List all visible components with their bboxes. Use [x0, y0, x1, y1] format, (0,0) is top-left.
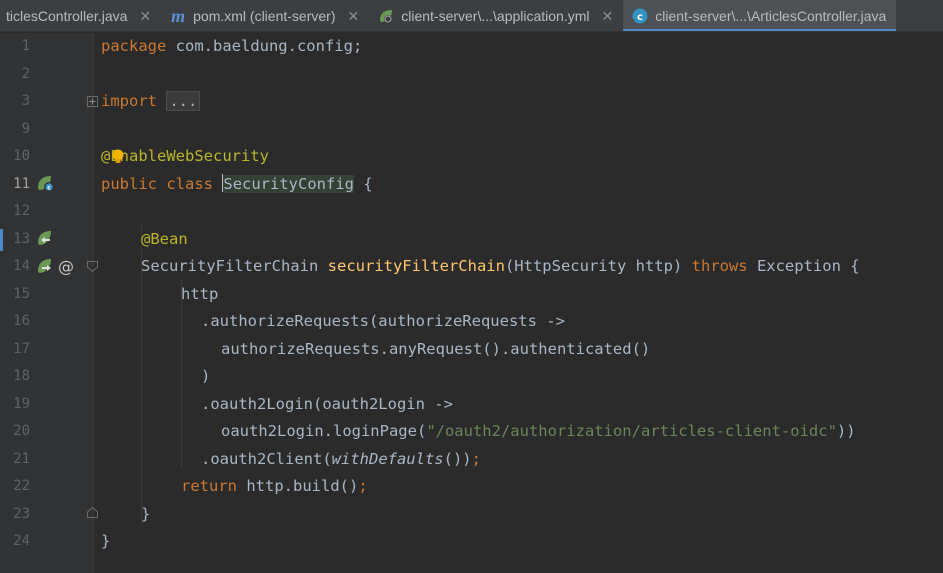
keyword: throws	[691, 257, 748, 275]
package-name: com.baeldung.config;	[166, 37, 363, 55]
editor-gutter[interactable]: 1 2 3 9 10 11 12 13 14 15 16 17 18 19 20…	[0, 33, 98, 573]
line-number: 10	[13, 148, 30, 164]
line-number: 1	[21, 38, 30, 54]
code-line-1: package com.baeldung.config;	[101, 33, 362, 61]
annotation: @Bean	[141, 229, 188, 248]
tab-label: pom.xml (client-server)	[193, 8, 336, 24]
code-text: oauth2Login.loginPage(	[221, 422, 427, 440]
svg-text:c: c	[47, 185, 51, 192]
line-number: 24	[13, 533, 30, 549]
tab-application-yml[interactable]: client-server\...\application.yml ✕	[369, 0, 623, 31]
code-line-15: http	[181, 281, 218, 309]
class-name: SecurityConfig	[223, 174, 355, 193]
code-line-17: authorizeRequests.anyRequest().authentic…	[221, 336, 650, 364]
spring-bean-config-icon[interactable]: c	[36, 174, 56, 194]
line-number: 21	[13, 450, 30, 467]
code-line-16: .authorizeRequests(authorizeRequests ->	[201, 308, 565, 336]
code-editor[interactable]: 1 2 3 9 10 11 12 13 14 15 16 17 18 19 20…	[0, 33, 943, 573]
code-text: ())	[443, 449, 472, 468]
close-icon[interactable]: ✕	[602, 8, 614, 25]
code-text: }	[101, 532, 111, 550]
line-number: 2	[21, 65, 30, 82]
line-number: 9	[21, 120, 30, 137]
line-number: 17	[13, 340, 30, 357]
java-class-icon: c	[631, 7, 649, 25]
string-literal: "/oauth2/authorization/articles-client-o…	[426, 422, 837, 440]
intention-bulb-icon[interactable]	[112, 149, 124, 165]
code-line-19: .oauth2Login(oauth2Login ->	[201, 391, 453, 419]
close-icon[interactable]: ✕	[139, 8, 151, 25]
exception: Exception {	[747, 257, 860, 275]
line-number: 18	[13, 368, 30, 384]
tab-label: client-server\...\ArticlesController.jav…	[655, 8, 887, 24]
code-line-10: @EnableWebSecurity	[101, 143, 269, 171]
close-icon[interactable]: ✕	[347, 8, 359, 25]
code-line-13: @Bean	[141, 226, 188, 254]
fold-expand-icon[interactable]	[87, 96, 98, 107]
semicolon: ;	[471, 449, 481, 468]
fold-end-icon[interactable]	[87, 507, 98, 518]
line-number: 15	[13, 285, 30, 302]
line-number: 13	[13, 230, 30, 247]
keyword: class	[166, 174, 214, 193]
keyword: public	[101, 174, 157, 193]
line-number: 3	[21, 93, 30, 109]
code-line-24: }	[101, 528, 110, 556]
code-line-21: .oauth2Client(withDefaults());	[201, 446, 481, 474]
code-line-11: public class SecurityConfig {	[101, 171, 373, 199]
code-text: .authorizeRequests(authorizeRequests ->	[201, 312, 565, 330]
code-text: http.build()	[237, 477, 359, 495]
code-line-23: }	[141, 501, 150, 529]
tab-articles-controller[interactable]: c client-server\...\ArticlesController.j…	[623, 0, 897, 31]
static-method: withDefaults	[331, 449, 444, 468]
code-text: }	[141, 504, 151, 523]
code-line-20: oauth2Login.loginPage("/oauth2/authoriza…	[221, 418, 856, 446]
editor-tab-bar: ticlesController.java ✕ m pom.xml (clien…	[0, 0, 943, 32]
code-text: ))	[836, 422, 856, 440]
code-line-3: import ...	[101, 88, 201, 116]
line-number-current: 11	[13, 175, 30, 192]
code-text: http	[181, 284, 219, 303]
maven-icon: m	[171, 5, 186, 26]
tab-pom-xml[interactable]: m pom.xml (client-server) ✕	[161, 0, 369, 31]
code-text: .oauth2Login(oauth2Login ->	[201, 394, 453, 413]
keyword: return	[181, 477, 237, 495]
line-number: 12	[13, 203, 30, 219]
line-number: 22	[13, 478, 30, 494]
keyword: package	[101, 37, 167, 55]
params: (HttpSecurity http)	[504, 257, 692, 275]
line-number: 16	[13, 313, 30, 329]
spring-bean-navigate-icon[interactable]	[36, 229, 56, 249]
method-name: securityFilterChain	[327, 257, 505, 275]
line-number: 20	[13, 423, 30, 439]
brace: {	[354, 174, 373, 193]
tab-label: client-server\...\application.yml	[401, 8, 590, 24]
line-number: 14	[13, 258, 30, 274]
tab-articles-controller-partial[interactable]: ticlesController.java ✕	[0, 0, 161, 31]
annotation: @EnableWebSecurity	[101, 147, 269, 165]
code-line-22: return http.build();	[181, 473, 368, 501]
spring-bean-navigate-icon[interactable]	[36, 257, 56, 277]
line-number: 23	[13, 505, 30, 522]
keyword: import	[101, 92, 157, 110]
return-type: SecurityFilterChain	[141, 257, 319, 275]
code-text: .oauth2Client(	[201, 449, 332, 468]
spring-yml-icon	[377, 7, 395, 25]
semicolon: ;	[358, 477, 368, 495]
code-line-14: SecurityFilterChain securityFilterChain(…	[141, 253, 860, 281]
svg-text:c: c	[637, 12, 643, 23]
fold-collapse-icon[interactable]	[87, 261, 98, 272]
tab-label: ticlesController.java	[6, 8, 128, 24]
folded-imports-placeholder[interactable]: ...	[166, 91, 201, 111]
code-text: authorizeRequests.anyRequest().authentic…	[221, 339, 651, 358]
line-number: 19	[13, 395, 30, 412]
code-line-18: )	[201, 363, 210, 391]
code-text: )	[201, 367, 211, 385]
override-marker-icon[interactable]: @	[57, 255, 75, 277]
